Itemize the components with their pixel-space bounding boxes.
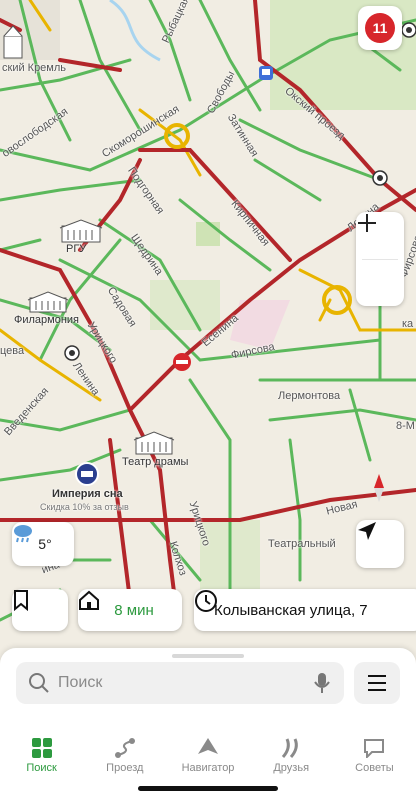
tab-route[interactable]: Проезд <box>83 736 166 774</box>
current-address: Колыванская улица, 7 <box>214 601 368 619</box>
tab-navigator-label: Навигатор <box>181 762 235 774</box>
poi-label-rgu[interactable]: РГУ <box>66 243 86 255</box>
current-address-button[interactable]: Колыванская улица, 7 <box>194 589 416 631</box>
cloud-rain-icon <box>14 525 32 543</box>
bookmark-icon <box>14 590 28 611</box>
philharmonia-building-icon <box>27 291 69 313</box>
poi-label-empire[interactable]: Империя сна <box>52 488 123 500</box>
tab-tips-label: Советы <box>355 762 394 774</box>
route-home-button[interactable]: 8 мин <box>78 589 182 631</box>
street-label-lermontova: Лермонтова <box>278 390 341 402</box>
tab-navigator[interactable]: Навигатор <box>166 736 249 774</box>
rgu-building-icon <box>59 219 103 243</box>
zoom-out-button[interactable] <box>356 222 404 306</box>
district-label-teatralny: Театральный <box>268 538 336 550</box>
home-indicator[interactable] <box>138 786 278 791</box>
home-icon <box>79 590 99 610</box>
search-placeholder: Поиск <box>58 674 103 691</box>
grid-search-icon <box>31 738 52 758</box>
bottom-tab-bar: Поиск Проезд Навигатор Друзья Советы <box>0 736 416 774</box>
friends-icon <box>282 738 299 758</box>
minus-icon <box>358 222 376 224</box>
street-label-8m: 8-М <box>396 420 415 432</box>
weather-temperature: 5° <box>38 536 52 552</box>
tab-search[interactable]: Поиск <box>0 736 83 774</box>
hamburger-menu-icon <box>368 675 386 691</box>
bookmarks-button[interactable] <box>12 589 68 631</box>
app-root: ский Кремль овослободская Скоморошинская… <box>0 0 416 800</box>
zoom-controls <box>356 212 404 306</box>
location-arrow-icon <box>358 522 376 540</box>
tab-route-label: Проезд <box>106 762 144 774</box>
microphone-icon[interactable] <box>312 672 332 694</box>
traffic-score-badge: 11 <box>365 13 395 43</box>
bottom-sheet: Поиск Поиск Проезд Навигатор Друзья Сове… <box>0 648 416 800</box>
poi-label-drama-theatre[interactable]: Театр драмы <box>122 456 188 468</box>
street-label-ka: ка <box>402 318 414 330</box>
street-label-tsev: цева <box>0 345 25 357</box>
search-input[interactable]: Поиск <box>16 662 344 704</box>
my-location-button[interactable] <box>356 520 404 568</box>
poi-sublabel-empire: Скидка 10% за отзыв <box>40 502 129 512</box>
compass-button[interactable] <box>364 470 394 506</box>
tab-tips[interactable]: Советы <box>333 736 416 774</box>
tips-chat-icon <box>364 739 385 758</box>
sheet-grabber[interactable] <box>172 654 244 658</box>
menu-button[interactable] <box>354 662 400 704</box>
poi-label-philharmonia[interactable]: Филармония <box>14 314 79 326</box>
weather-widget[interactable]: 5° <box>12 522 74 566</box>
route-time: 8 мин <box>114 601 154 619</box>
tab-search-label: Поиск <box>26 762 57 774</box>
navigator-icon <box>198 738 218 754</box>
route-icon <box>114 738 135 758</box>
clock-icon <box>195 590 217 612</box>
tab-friends-label: Друзья <box>273 762 310 774</box>
traffic-score-button[interactable]: 11 <box>358 6 402 50</box>
street-label-kremlin: ский Кремль <box>2 62 67 74</box>
drama-theatre-building-icon <box>133 431 175 455</box>
traffic-map[interactable]: ский Кремль овослободская Скоморошинская… <box>0 0 416 660</box>
tab-friends[interactable]: Друзья <box>250 736 333 774</box>
search-icon <box>29 673 49 693</box>
